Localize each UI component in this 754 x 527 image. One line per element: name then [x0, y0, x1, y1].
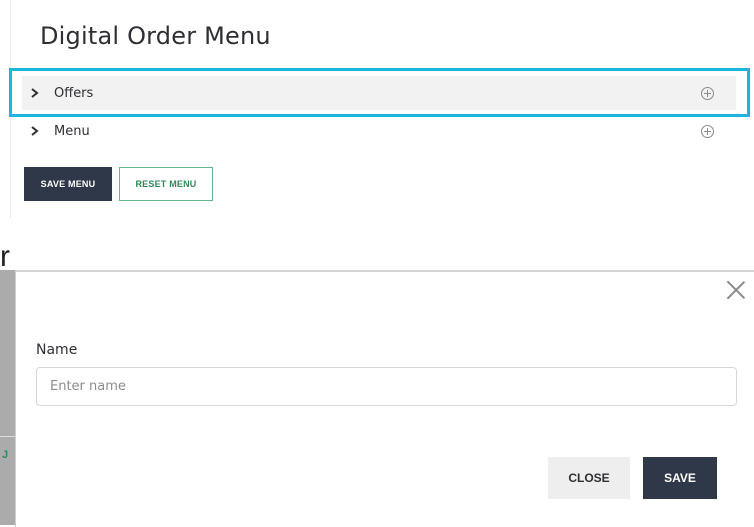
close-icon[interactable] [726, 280, 746, 300]
backdrop-divider [0, 436, 16, 437]
section-offers[interactable]: Offers [22, 76, 736, 110]
save-button[interactable]: SAVE [643, 457, 717, 499]
menu-editor-panel: Digital Order Menu Offers Menu SAVE MENU… [0, 0, 754, 218]
name-input[interactable] [36, 367, 737, 406]
reset-menu-button[interactable]: RESET MENU [119, 167, 213, 201]
section-menu-label: Menu [54, 123, 90, 139]
add-item-modal: Name CLOSE SAVE [16, 270, 754, 527]
section-menu[interactable]: Menu [22, 114, 736, 148]
panel-divider [10, 0, 11, 218]
page-title: Digital Order Menu [40, 22, 271, 50]
background-letter-fragment: J [2, 449, 9, 461]
save-menu-button[interactable]: SAVE MENU [24, 167, 112, 201]
add-menu-item-icon[interactable] [701, 124, 714, 138]
chevron-right-icon [30, 126, 52, 136]
background-text-fragment: r [0, 240, 10, 273]
name-field-label: Name [36, 342, 78, 358]
close-button[interactable]: CLOSE [548, 457, 630, 499]
section-offers-label: Offers [54, 85, 94, 101]
chevron-right-icon [30, 88, 52, 98]
add-offer-icon[interactable] [701, 86, 714, 100]
modal-backdrop [0, 270, 16, 525]
